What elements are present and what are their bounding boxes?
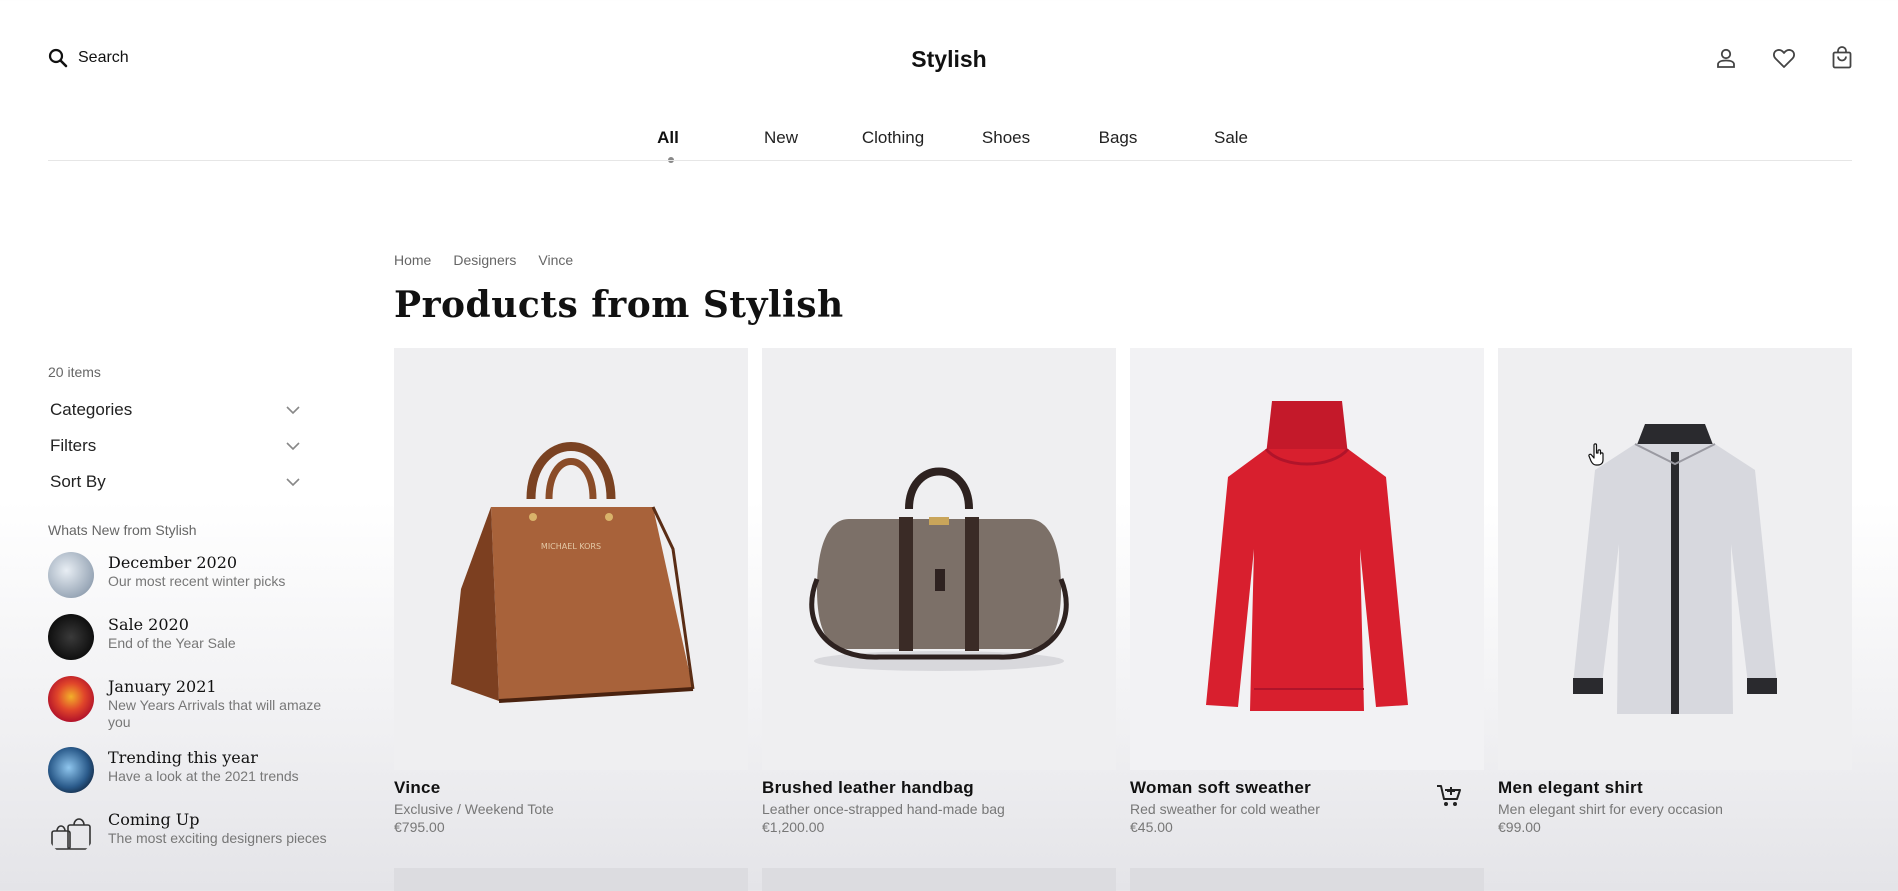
- news-item-december-2020[interactable]: December 2020 Our most recent winter pic…: [48, 552, 338, 598]
- product-card[interactable]: MICHAEL KORS Vince Exclusive / Weekend T…: [394, 348, 748, 835]
- svg-text:MICHAEL KORS: MICHAEL KORS: [541, 542, 601, 551]
- nav-item-sale[interactable]: Sale: [1214, 128, 1248, 148]
- product-card-placeholder[interactable]: [1130, 868, 1484, 891]
- user-icon: [1717, 48, 1735, 68]
- product-name: Men elegant shirt: [1498, 778, 1643, 797]
- product-price: €795.00: [394, 819, 445, 835]
- nav-item-all[interactable]: All: [657, 128, 679, 148]
- search-label: Search: [78, 49, 129, 66]
- news-item-january-2021[interactable]: January 2021 New Years Arrivals that wil…: [48, 676, 338, 731]
- product-image: [1130, 348, 1484, 770]
- accordion-categories[interactable]: Categories: [48, 392, 304, 428]
- news-thumbnail: [48, 676, 94, 722]
- site-logo[interactable]: Stylish: [911, 46, 986, 72]
- wishlist-button[interactable]: [1772, 46, 1796, 70]
- news-thumbnail: [48, 747, 94, 793]
- duffel-bag-image: [809, 467, 1069, 671]
- news-thumbnail: [48, 614, 94, 660]
- product-description: Red sweather for cold weather: [1130, 801, 1320, 817]
- account-button[interactable]: [1714, 46, 1738, 70]
- news-thumbnail: [48, 552, 94, 598]
- product-grid-next-row: [394, 868, 1484, 891]
- category-nav: All New Clothing Shoes Bags Sale: [0, 128, 1898, 163]
- news-title: December 2020: [108, 553, 238, 572]
- product-price: €45.00: [1130, 819, 1173, 835]
- product-image: MICHAEL KORS: [394, 348, 748, 770]
- accordion-label: Sort By: [50, 472, 106, 491]
- chevron-down-icon: [286, 405, 300, 414]
- product-card-placeholder[interactable]: [762, 868, 1116, 891]
- add-to-cart-icon: [1437, 785, 1461, 806]
- news-list: December 2020 Our most recent winter pic…: [48, 552, 338, 855]
- nav-item-shoes[interactable]: Shoes: [982, 128, 1030, 148]
- product-description: Leather once-strapped hand-made bag: [762, 801, 1005, 817]
- cart-button[interactable]: [1830, 46, 1854, 70]
- whats-new-heading: Whats New from Stylish: [48, 522, 197, 538]
- handbag-image: MICHAEL KORS: [451, 442, 695, 703]
- filter-accordion: Categories Filters Sort By: [48, 392, 338, 500]
- product-image: [762, 348, 1116, 770]
- news-title: January 2021: [108, 677, 217, 696]
- breadcrumb: Home Designers Vince: [394, 252, 573, 268]
- product-price: €1,200.00: [762, 819, 825, 835]
- chevron-down-icon: [286, 441, 300, 450]
- product-grid: MICHAEL KORS Vince Exclusive / Weekend T…: [394, 348, 1852, 835]
- product-card-placeholder[interactable]: [394, 868, 748, 891]
- site-header: Search Stylish: [0, 0, 1898, 120]
- item-count: 20 items: [48, 364, 101, 380]
- breadcrumb-vince[interactable]: Vince: [538, 252, 573, 268]
- accordion-label: Categories: [50, 400, 133, 419]
- news-subtitle: The most exciting designers pieces: [108, 830, 327, 846]
- accordion-label: Filters: [50, 436, 97, 455]
- news-item-trending[interactable]: Trending this year Have a look at the 20…: [48, 747, 338, 793]
- page-title: Products from Stylish: [394, 284, 844, 326]
- product-name: Brushed leather handbag: [762, 778, 974, 797]
- nav-divider: [48, 160, 1852, 161]
- news-title: Coming Up: [108, 810, 200, 829]
- accordion-filters[interactable]: Filters: [48, 428, 304, 464]
- add-to-cart-button[interactable]: [1436, 784, 1462, 813]
- bags-thumbnail-icon: [51, 818, 91, 850]
- product-description: Men elegant shirt for every occasion: [1498, 801, 1723, 817]
- product-name: Vince: [394, 778, 441, 797]
- heart-icon: [1773, 49, 1795, 68]
- news-item-sale-2020[interactable]: Sale 2020 End of the Year Sale: [48, 614, 338, 660]
- nav-item-new[interactable]: New: [764, 128, 798, 148]
- news-subtitle: Our most recent winter picks: [108, 573, 286, 589]
- product-card[interactable]: Brushed leather handbag Leather once-str…: [762, 348, 1116, 835]
- nav-item-bags[interactable]: Bags: [1099, 128, 1138, 148]
- product-card[interactable]: Woman soft sweather Red sweather for col…: [1130, 348, 1484, 835]
- breadcrumb-designers[interactable]: Designers: [453, 252, 516, 268]
- search-button[interactable]: Search: [48, 48, 129, 68]
- news-item-coming-up[interactable]: Coming Up The most exciting designers pi…: [48, 809, 338, 855]
- news-title: Sale 2020: [108, 615, 189, 634]
- news-subtitle: Have a look at the 2021 trends: [108, 768, 299, 784]
- product-description: Exclusive / Weekend Tote: [394, 801, 554, 817]
- sidebar: 20 items Categories Filters Sort By What…: [48, 364, 338, 871]
- news-title: Trending this year: [108, 748, 258, 767]
- search-icon: [48, 48, 68, 68]
- news-subtitle: End of the Year Sale: [108, 635, 236, 651]
- product-name: Woman soft sweather: [1130, 778, 1312, 797]
- shirt-image: [1573, 424, 1777, 714]
- chevron-down-icon: [286, 477, 300, 486]
- product-card[interactable]: Men elegant shirt Men elegant shirt for …: [1498, 348, 1852, 835]
- shopping-bag-icon: [1832, 46, 1852, 69]
- breadcrumb-home[interactable]: Home: [394, 252, 431, 268]
- hand-cursor-icon: [1588, 443, 1604, 466]
- product-price: €99.00: [1498, 819, 1541, 835]
- sweater-image: [1206, 401, 1408, 711]
- news-subtitle: New Years Arrivals that will amaze you: [108, 697, 322, 730]
- product-image: [1498, 348, 1852, 770]
- accordion-sort-by[interactable]: Sort By: [48, 464, 304, 500]
- nav-item-clothing[interactable]: Clothing: [862, 128, 924, 148]
